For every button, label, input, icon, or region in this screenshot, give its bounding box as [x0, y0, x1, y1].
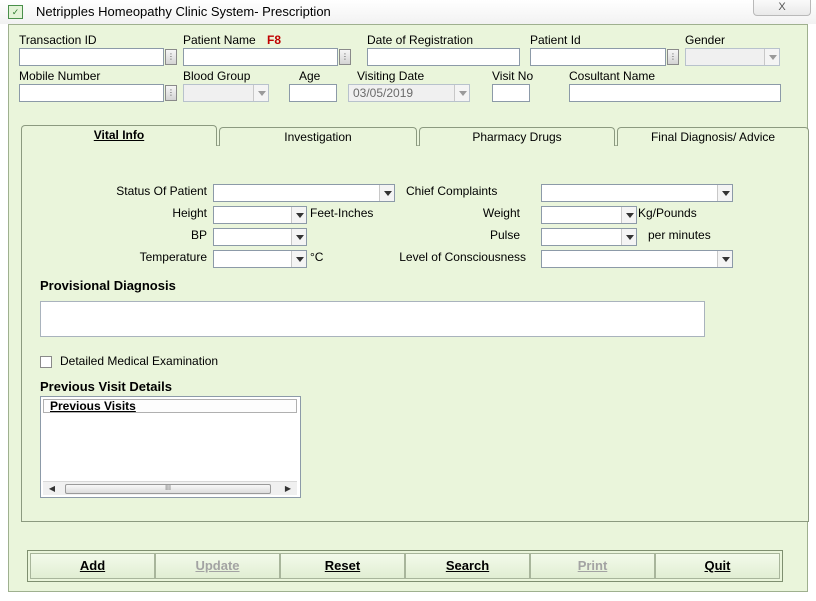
chief-complaints-label: Chief Complaints: [406, 184, 498, 198]
chevron-down-icon: [454, 85, 469, 101]
print-button[interactable]: Print: [530, 553, 655, 579]
quit-button[interactable]: Quit: [655, 553, 780, 579]
transaction-id-input[interactable]: [19, 48, 164, 66]
chevron-down-icon: [621, 207, 636, 223]
transaction-id-lookup-button[interactable]: ⋮: [165, 49, 177, 65]
chevron-down-icon: [291, 207, 306, 223]
mobile-number-input[interactable]: [19, 84, 164, 102]
weight-dropdown[interactable]: [541, 206, 637, 224]
height-unit-label: Feet-Inches: [310, 206, 374, 220]
blood-group-label: Blood Group: [183, 69, 251, 83]
consultant-name-input[interactable]: [569, 84, 781, 102]
visit-no-input[interactable]: [492, 84, 530, 102]
mobile-number-label: Mobile Number: [19, 69, 101, 83]
patient-id-lookup-button[interactable]: ⋮: [667, 49, 679, 65]
tab-investigation[interactable]: Investigation: [219, 127, 417, 147]
provisional-diagnosis-heading: Provisional Diagnosis: [40, 278, 176, 293]
horizontal-scrollbar[interactable]: ◀ III ▶: [43, 481, 297, 495]
patient-name-label: Patient Name F8: [183, 33, 282, 47]
bp-label: BP: [190, 228, 207, 242]
status-of-patient-label: Status Of Patient: [116, 184, 207, 198]
form-body: Transaction ID Patient Name F8 Date of R…: [8, 24, 809, 592]
level-of-consciousness-dropdown[interactable]: [541, 250, 733, 268]
patient-id-label: Patient Id: [530, 33, 581, 47]
temperature-dropdown[interactable]: [213, 250, 307, 268]
chevron-down-icon: [253, 85, 268, 101]
patient-name-hotkey: F8: [267, 33, 282, 47]
pulse-unit-label: per minutes: [648, 228, 711, 242]
consultant-name-label: Cosultant Name: [569, 69, 656, 83]
chevron-down-icon: [717, 251, 732, 267]
patient-name-input[interactable]: [183, 48, 338, 66]
blood-group-dropdown[interactable]: [183, 84, 269, 102]
pulse-label: Pulse: [489, 228, 520, 242]
title-bar: ✓ Netripples Homeopathy Clinic System- P…: [0, 0, 816, 24]
gender-dropdown[interactable]: [685, 48, 780, 66]
bp-dropdown[interactable]: [213, 228, 307, 246]
tab-final-diagnosis-advice[interactable]: Final Diagnosis/ Advice: [617, 127, 809, 147]
add-button[interactable]: Add: [30, 553, 155, 579]
detailed-exam-label: Detailed Medical Examination: [60, 354, 219, 368]
reset-button[interactable]: Reset: [280, 553, 405, 579]
scroll-left-icon[interactable]: ◀: [45, 482, 59, 496]
scroll-thumb[interactable]: III: [65, 484, 271, 494]
detailed-exam-checkbox[interactable]: [40, 356, 52, 368]
action-button-bar: Add Update Reset Search Print Quit: [27, 550, 783, 582]
status-of-patient-dropdown[interactable]: [213, 184, 395, 202]
date-of-registration-field[interactable]: [367, 48, 520, 66]
close-button[interactable]: X: [753, 0, 811, 16]
transaction-id-label: Transaction ID: [19, 33, 97, 47]
height-dropdown[interactable]: [213, 206, 307, 224]
provisional-diagnosis-textarea[interactable]: [40, 301, 705, 337]
previous-visits-list[interactable]: Previous Visits ◀ III ▶: [40, 396, 301, 498]
patient-id-input[interactable]: [530, 48, 666, 66]
visiting-date-picker[interactable]: 03/05/2019: [348, 84, 470, 102]
gender-label: Gender: [685, 33, 726, 47]
age-label: Age: [299, 69, 321, 83]
bottom-strip: [0, 592, 816, 601]
tab-vital-info[interactable]: Vital Info: [21, 125, 217, 147]
chief-complaints-dropdown[interactable]: [541, 184, 733, 202]
visiting-date-label: Visiting Date: [357, 69, 425, 83]
pulse-dropdown[interactable]: [541, 228, 637, 246]
update-button[interactable]: Update: [155, 553, 280, 579]
scroll-right-icon[interactable]: ▶: [281, 482, 295, 496]
tab-pharmacy-drugs[interactable]: Pharmacy Drugs: [419, 127, 615, 147]
visit-no-label: Visit No: [492, 69, 534, 83]
level-of-consciousness-label: Level of Consciousness: [399, 250, 526, 264]
vital-info-panel: Status Of Patient Chief Complaints Heigh…: [21, 146, 809, 522]
weight-unit-label: Kg/Pounds: [638, 206, 697, 220]
previous-visit-details-heading: Previous Visit Details: [40, 379, 172, 394]
previous-visits-column-header[interactable]: Previous Visits: [43, 399, 297, 413]
mobile-number-lookup-button[interactable]: ⋮: [165, 85, 177, 101]
temperature-unit-label: °C: [310, 250, 324, 264]
height-label: Height: [172, 206, 207, 220]
chevron-down-icon: [379, 185, 394, 201]
patient-name-lookup-button[interactable]: ⋮: [339, 49, 351, 65]
age-input[interactable]: [289, 84, 337, 102]
weight-label: Weight: [482, 206, 520, 220]
temperature-label: Temperature: [139, 250, 207, 264]
chevron-down-icon: [764, 49, 779, 65]
chevron-down-icon: [717, 185, 732, 201]
date-of-registration-label: Date of Registration: [367, 33, 474, 47]
search-button[interactable]: Search: [405, 553, 530, 579]
chevron-down-icon: [291, 229, 306, 245]
chevron-down-icon: [621, 229, 636, 245]
chevron-down-icon: [291, 251, 306, 267]
app-icon: ✓: [8, 5, 23, 19]
window-title: Netripples Homeopathy Clinic System- Pre…: [36, 4, 331, 19]
